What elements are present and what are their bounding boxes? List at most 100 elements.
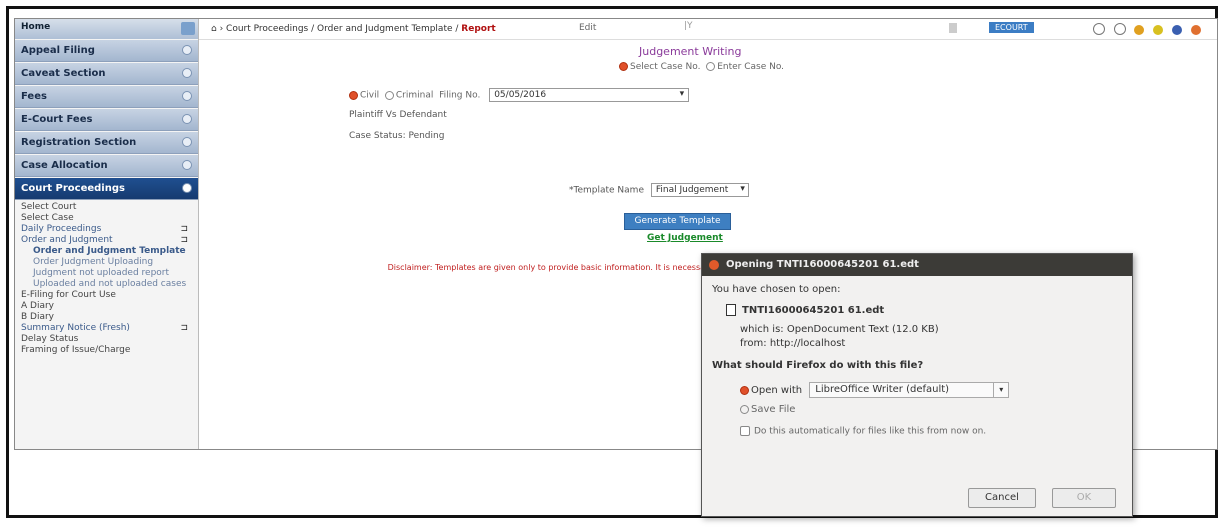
- dialog-title: Opening TNTI16000645201 61.edt: [726, 259, 919, 270]
- case-status-text: Case Status: Pending: [349, 131, 445, 141]
- page-title: Judgement Writing: [639, 45, 742, 58]
- breadcrumb: ⌂ › Court Proceedings / Order and Judgme…: [211, 24, 496, 34]
- chevron-down-icon: ▾: [993, 383, 1008, 397]
- sidebar-item-label: Order and Judgment: [21, 235, 113, 245]
- sidebar-item-efiling[interactable]: E-Filing for Court Use: [21, 290, 192, 301]
- sidebar-section-label: Court Proceedings: [21, 183, 125, 194]
- sidebar-item-label: Summary Notice (Fresh): [21, 323, 130, 333]
- sidebar-item-summary-notice[interactable]: Summary Notice (Fresh) ⊐: [21, 323, 192, 334]
- sidebar-submenu: Select Court Select Case Daily Proceedin…: [15, 200, 198, 358]
- radio-save-file[interactable]: [740, 404, 749, 414]
- sidebar-item-delay-status[interactable]: Delay Status: [21, 334, 192, 345]
- radio-enter-case[interactable]: [706, 62, 716, 71]
- expand-icon: ⊐: [180, 235, 188, 245]
- application-select[interactable]: LibreOffice Writer (default) ▾: [809, 382, 1010, 398]
- sidebar-item-framing-issue[interactable]: Framing of Issue/Charge: [21, 345, 192, 356]
- sidebar-section-label: Case Allocation: [21, 160, 108, 171]
- dialog-titlebar: Opening TNTI16000645201 61.edt: [702, 254, 1132, 276]
- expand-icon: [182, 160, 192, 170]
- file-source: from: http://localhost: [740, 338, 846, 349]
- cancel-button[interactable]: Cancel: [968, 488, 1036, 508]
- sidebar-item-label: Daily Proceedings: [21, 224, 102, 234]
- top-bar: ⌂ › Court Proceedings / Order and Judgme…: [199, 19, 1217, 40]
- radio-label: Select Case No.: [630, 62, 701, 72]
- close-icon[interactable]: [709, 260, 719, 270]
- theme-yellow-icon[interactable]: [1153, 25, 1164, 35]
- parties-text: Plaintiff Vs Defendant: [349, 110, 447, 120]
- generate-template-button[interactable]: Generate Template: [624, 213, 731, 230]
- radio-select-case[interactable]: [619, 62, 628, 71]
- sidebar-section-fees[interactable]: Fees: [15, 86, 198, 108]
- template-label: *Template Name: [569, 185, 644, 196]
- ok-button[interactable]: OK: [1052, 488, 1116, 508]
- sidebar-section-case-allocation[interactable]: Case Allocation: [15, 155, 198, 177]
- sidebar-item-order-judgment-uploading[interactable]: Order Judgment Uploading: [21, 257, 192, 268]
- sidebar-item-uploaded-not-uploaded[interactable]: Uploaded and not uploaded cases: [21, 279, 192, 290]
- notification-icon[interactable]: [949, 23, 957, 33]
- file-name-row: TNTI16000645201 61.edt: [726, 304, 884, 316]
- sidebar-item-select-court[interactable]: Select Court: [21, 202, 192, 213]
- radio-label: Criminal: [395, 90, 434, 101]
- radio-open-with[interactable]: [740, 385, 749, 395]
- sidebar-item-judgment-not-uploaded[interactable]: Judgment not uploaded report: [21, 268, 192, 279]
- expand-icon: [182, 114, 192, 124]
- sidebar-item-order-judgment[interactable]: Order and Judgment ⊐: [21, 235, 192, 246]
- sidebar-section-label: E-Court Fees: [21, 114, 93, 125]
- toolbar-icons: [1087, 23, 1201, 38]
- sidebar-home[interactable]: Home: [15, 19, 198, 39]
- get-judgement-link[interactable]: Get Judgement: [647, 233, 723, 243]
- expand-icon: [182, 68, 192, 78]
- save-file-row: Save File: [740, 404, 795, 415]
- sidebar-item-select-case[interactable]: Select Case: [21, 213, 192, 224]
- collapse-icon: [182, 183, 192, 193]
- radio-criminal[interactable]: [384, 90, 394, 100]
- user-badge[interactable]: ECOURT: [989, 22, 1034, 33]
- expand-icon: ⊐: [180, 323, 188, 333]
- sidebar: Home Appeal Filing Caveat Section Fees E…: [15, 19, 199, 449]
- radio-label: Civil: [360, 90, 380, 101]
- filter-icon[interactable]: |Y: [684, 21, 693, 31]
- expand-icon: [182, 45, 192, 55]
- breadcrumb-mid[interactable]: Order and Judgment Template: [317, 24, 452, 34]
- dialog-question: What should Firefox do with this file?: [712, 360, 924, 371]
- save-file-label: Save File: [751, 404, 796, 415]
- help-icon[interactable]: [1113, 23, 1126, 35]
- theme-orange-icon[interactable]: [1134, 25, 1145, 35]
- home-icon[interactable]: ⌂: [211, 24, 217, 34]
- sidebar-item-order-judgment-template[interactable]: Order and Judgment Template: [21, 246, 192, 257]
- open-with-label: Open with: [751, 385, 803, 396]
- open-file-dialog: Opening TNTI16000645201 61.edt You have …: [701, 253, 1133, 517]
- breadcrumb-root[interactable]: Court Proceedings: [226, 24, 308, 34]
- date-select[interactable]: 05/05/2016: [489, 88, 690, 102]
- sidebar-home-label: Home: [21, 22, 51, 32]
- sidebar-item-a-diary[interactable]: A Diary: [21, 301, 192, 312]
- chosen-text: You have chosen to open:: [712, 284, 841, 295]
- radio-civil[interactable]: [349, 90, 358, 100]
- auto-checkbox[interactable]: [740, 426, 750, 436]
- sidebar-section-caveat[interactable]: Caveat Section: [15, 63, 198, 85]
- sidebar-section-appeal-filing[interactable]: Appeal Filing: [15, 40, 198, 62]
- filing-no-label: Filing No.: [439, 90, 481, 101]
- sidebar-section-court-proceedings[interactable]: Court Proceedings: [15, 178, 198, 200]
- expand-icon: ⊐: [180, 224, 188, 234]
- case-mode-radios: Select Case No. Enter Case No.: [619, 62, 784, 72]
- collapse-icon[interactable]: [181, 22, 195, 35]
- expand-icon: [182, 137, 192, 147]
- theme-blue-icon[interactable]: [1172, 25, 1183, 35]
- sidebar-item-daily-proceedings[interactable]: Daily Proceedings ⊐: [21, 224, 192, 235]
- document-icon: [726, 304, 736, 316]
- breadcrumb-current: Report: [461, 24, 496, 34]
- sidebar-item-b-diary[interactable]: B Diary: [21, 312, 192, 323]
- logout-icon[interactable]: [1191, 25, 1201, 35]
- court-type-row: Civil Criminal Filing No. 05/05/2016: [349, 88, 690, 102]
- settings-icon[interactable]: [1092, 23, 1105, 35]
- application-value: LibreOffice Writer (default): [815, 384, 950, 395]
- sidebar-section-label: Caveat Section: [21, 68, 106, 79]
- open-with-row: Open with LibreOffice Writer (default) ▾: [740, 382, 1010, 398]
- sidebar-section-registration[interactable]: Registration Section: [15, 132, 198, 154]
- template-row: *Template Name Final Judgement: [569, 183, 749, 197]
- edit-link[interactable]: Edit: [579, 23, 596, 33]
- sidebar-section-ecourt-fees[interactable]: E-Court Fees: [15, 109, 198, 131]
- auto-label: Do this automatically for files like thi…: [754, 426, 987, 437]
- template-select[interactable]: Final Judgement: [650, 183, 749, 197]
